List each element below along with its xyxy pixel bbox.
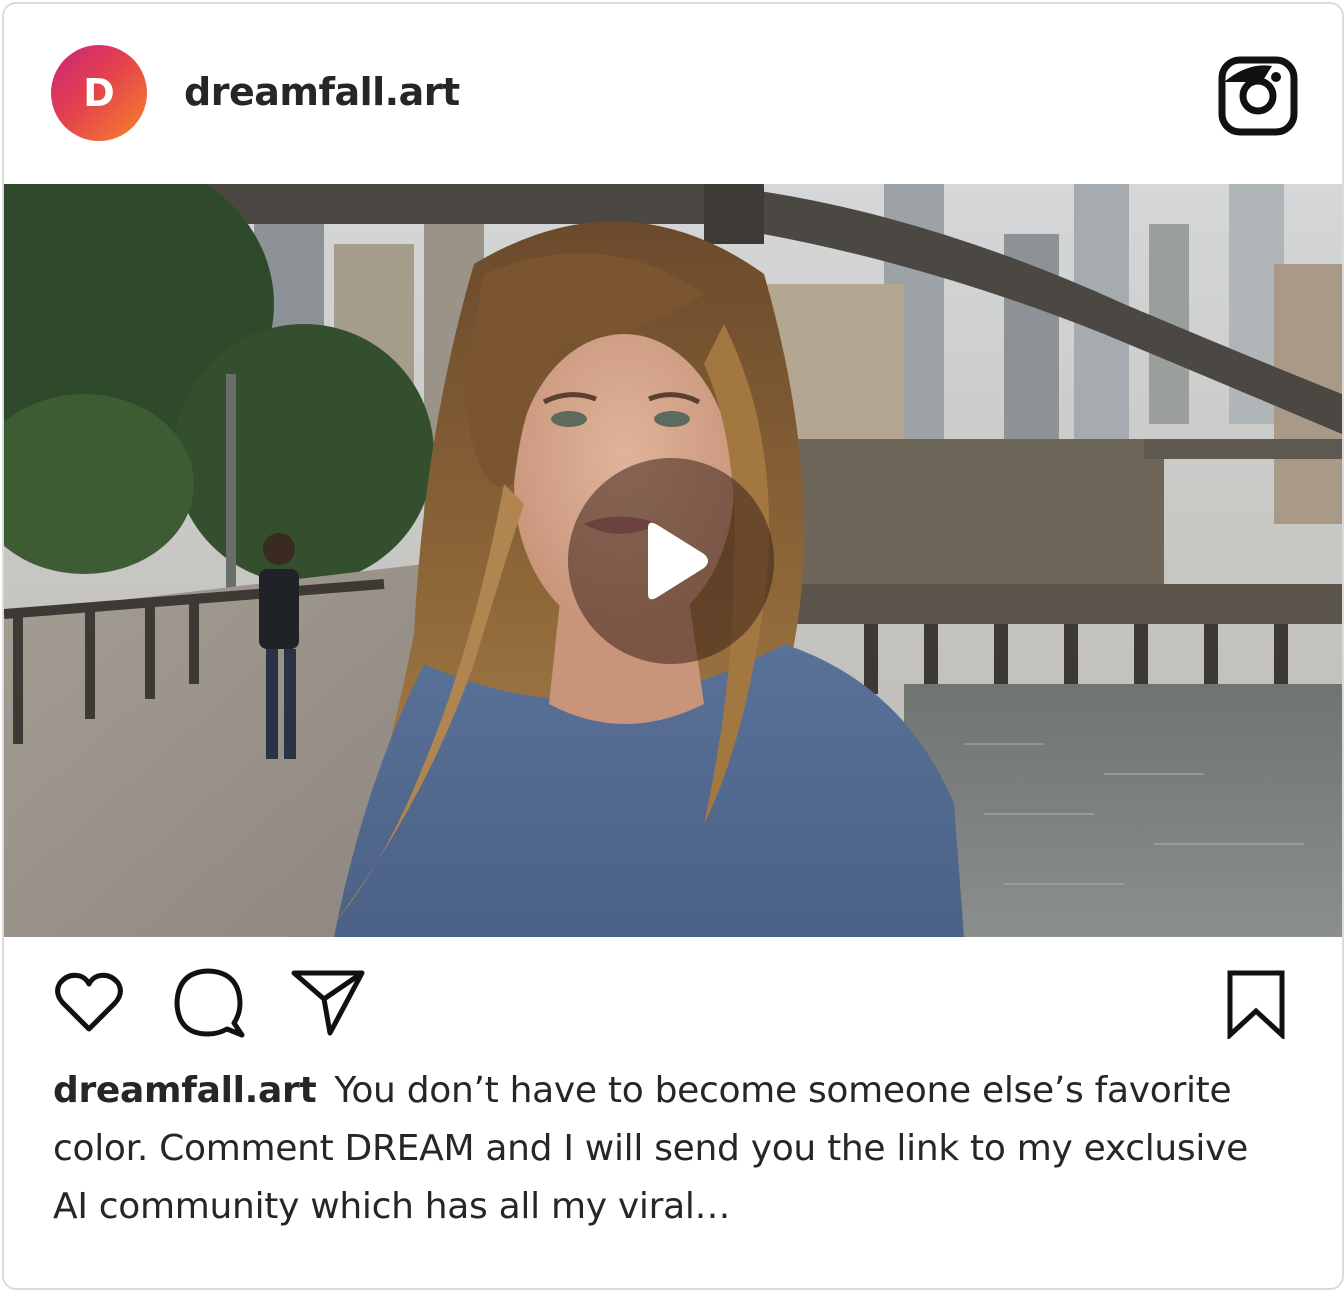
play-icon <box>648 522 708 600</box>
avatar[interactable]: D <box>51 45 147 141</box>
post-video[interactable] <box>4 184 1342 937</box>
username-link[interactable]: dreamfall.art <box>184 70 460 114</box>
avatar-letter: D <box>83 71 115 115</box>
action-bar <box>4 937 1342 1057</box>
post-card: D dreamfall.art dreamfall.art You don’t … <box>2 2 1344 1290</box>
instagram-icon[interactable] <box>1218 56 1298 136</box>
heart-icon[interactable] <box>54 971 124 1035</box>
share-icon[interactable] <box>288 967 368 1039</box>
bookmark-icon[interactable] <box>1224 969 1288 1041</box>
play-button[interactable] <box>568 458 774 664</box>
caption-username[interactable]: dreamfall.art <box>53 1070 317 1111</box>
post-caption: dreamfall.art You don’t have to become so… <box>53 1062 1293 1236</box>
comment-icon[interactable] <box>172 967 246 1039</box>
post-header: D dreamfall.art <box>4 4 1342 184</box>
